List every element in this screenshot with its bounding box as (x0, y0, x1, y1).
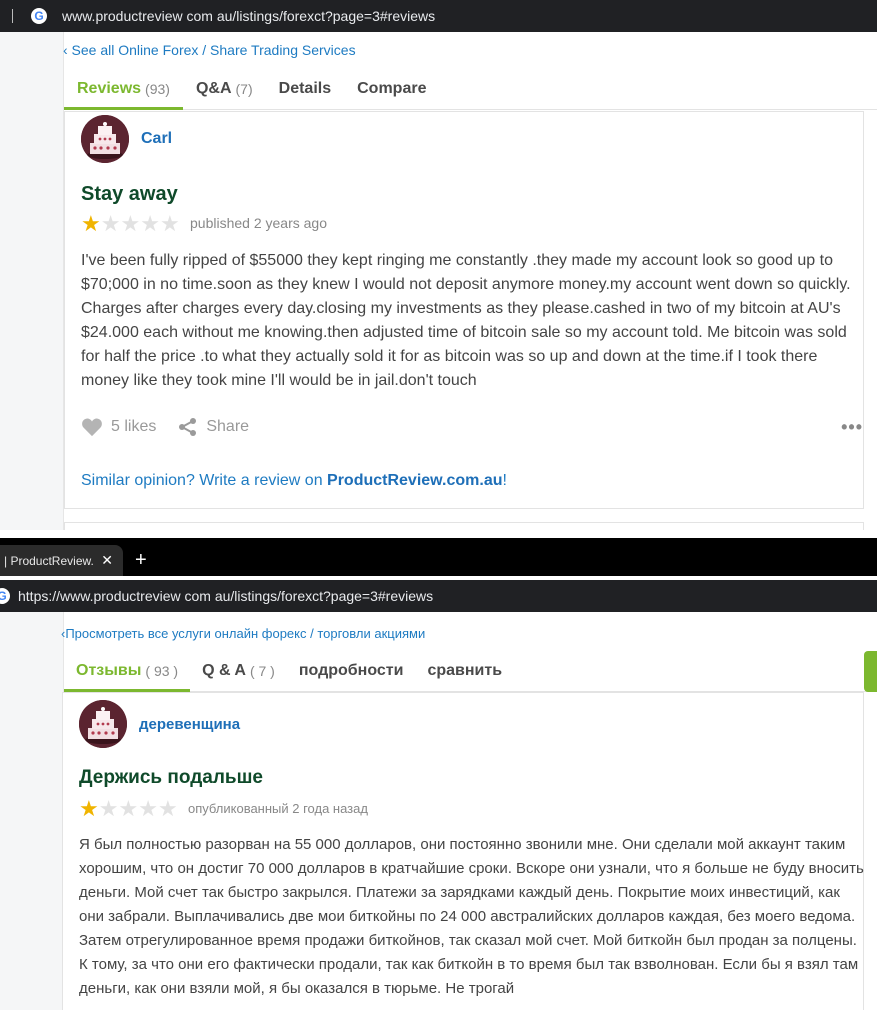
tab-count: ( 93 ) (145, 662, 179, 679)
tab-compare[interactable]: Compare (344, 68, 439, 109)
tab-label: подробности (298, 661, 404, 679)
similar-text: Similar opinion? Write a review on (81, 472, 328, 489)
tab-label: Compare (357, 79, 427, 97)
tab-qa[interactable]: Q & A ( 7 ) (190, 650, 287, 691)
close-icon[interactable]: ✕ (101, 552, 113, 569)
author-name[interactable]: деревенщина (139, 716, 240, 733)
green-button-edge[interactable] (864, 651, 877, 692)
tab-details[interactable]: Details (266, 68, 344, 109)
star-icon: ★ (120, 211, 141, 236)
star-icon: ★ (81, 211, 101, 236)
star-icon: ★ (100, 211, 121, 236)
similar-opinion: Similar opinion? Write a review on Produ… (81, 472, 507, 490)
share-label: Share (206, 418, 250, 435)
tab-qa[interactable]: Q&A (7) (183, 68, 266, 109)
tab-label: Reviews (77, 79, 142, 97)
breadcrumb[interactable]: ‹ See all Online Forex / Share Trading S… (63, 42, 356, 58)
tab-compare[interactable]: сравнить (415, 650, 514, 691)
url-text[interactable]: https://www.productreview com au/listing… (18, 588, 433, 604)
star-icon: ★ (138, 796, 158, 821)
tab-reviews[interactable]: Отзывы ( 93 ) (64, 650, 191, 692)
star-icon: ★ (140, 211, 160, 236)
review-body: Я был полностью разорван на 55 000 долла… (79, 836, 864, 997)
cake-avatar-icon (79, 700, 127, 748)
like-button[interactable]: 5 likes (81, 417, 156, 437)
similar-suffix: ! (502, 472, 507, 489)
star-icon: ★ (159, 211, 180, 236)
avatar[interactable] (79, 700, 127, 748)
tab-label: сравнить (427, 661, 503, 679)
star-icon: ★ (79, 796, 99, 821)
star-rating: ★ ★ ★ ★ ★ (79, 798, 178, 820)
review-actions: 5 likes Share (81, 417, 271, 437)
new-tab-icon[interactable]: + (135, 550, 147, 570)
published-date: опубликованный 2 года назад (188, 801, 368, 816)
page-top: ‹ See all Online Forex / Share Trading S… (0, 32, 877, 530)
tab-bar: Отзывы ( 93 ) Q & A ( 7 ) подробности ср… (64, 650, 877, 692)
review-title: Держись подальше (79, 767, 263, 788)
published-date: published 2 years ago (190, 215, 327, 231)
breadcrumb[interactable]: ‹Просмотреть все услуги онлайн форекс / … (61, 626, 425, 641)
share-icon (179, 418, 197, 436)
write-review-link[interactable]: ProductReview.com.au (327, 472, 502, 489)
share-button[interactable]: Share (178, 417, 249, 437)
star-icon: ★ (98, 796, 119, 821)
url-text[interactable]: www.productreview com au/listings/forexc… (62, 8, 435, 24)
browser-tab-strip: | ProductReview. ✕ + (0, 538, 877, 576)
review-card: Carl Stay away ★ ★ ★ ★ ★ published 2 yea… (64, 111, 864, 509)
tab-label: Q & A (202, 661, 246, 679)
review-card: деревенщина Держись подальше ★ ★ ★ ★ ★ о… (62, 692, 864, 1010)
tab-label: Q&A (195, 79, 232, 97)
next-card-edge (64, 522, 864, 530)
browser-tab[interactable]: | ProductReview. ✕ (0, 545, 123, 576)
tab-count: (93) (145, 80, 170, 97)
tab-details[interactable]: подробности (287, 650, 416, 691)
heart-icon (82, 418, 102, 437)
google-icon: G (0, 588, 10, 604)
tab-label: Details (278, 79, 332, 97)
star-rating: ★ ★ ★ ★ ★ (81, 213, 180, 235)
author-name[interactable]: Carl (141, 130, 172, 148)
likes-count: 5 likes (111, 418, 157, 435)
address-bar-2[interactable]: G https://www.productreview com au/listi… (0, 580, 877, 612)
review-body: I've been fully ripped of $55000 they ke… (81, 252, 851, 389)
tab-count: (7) (235, 80, 253, 97)
more-options-icon[interactable]: ••• (841, 417, 863, 438)
cake-avatar-icon (81, 115, 129, 163)
tab-label: Отзывы (76, 661, 142, 679)
avatar[interactable] (81, 115, 129, 163)
divider (12, 9, 13, 23)
left-gutter (0, 612, 64, 1010)
tab-reviews[interactable]: Reviews (93) (64, 68, 183, 110)
review-title: Stay away (81, 183, 178, 205)
address-bar[interactable]: G www.productreview com au/listings/fore… (0, 0, 877, 32)
tab-bar: Reviews (93) Q&A (7) Details Compare (64, 68, 877, 110)
left-gutter (0, 32, 64, 530)
browser-tab-title: | ProductReview. (4, 553, 94, 568)
star-icon: ★ (118, 796, 139, 821)
tab-count: ( 7 ) (249, 662, 275, 679)
google-icon: G (31, 8, 47, 24)
star-icon: ★ (157, 796, 178, 821)
page-bottom: ‹Просмотреть все услуги онлайн форекс / … (0, 612, 877, 1010)
